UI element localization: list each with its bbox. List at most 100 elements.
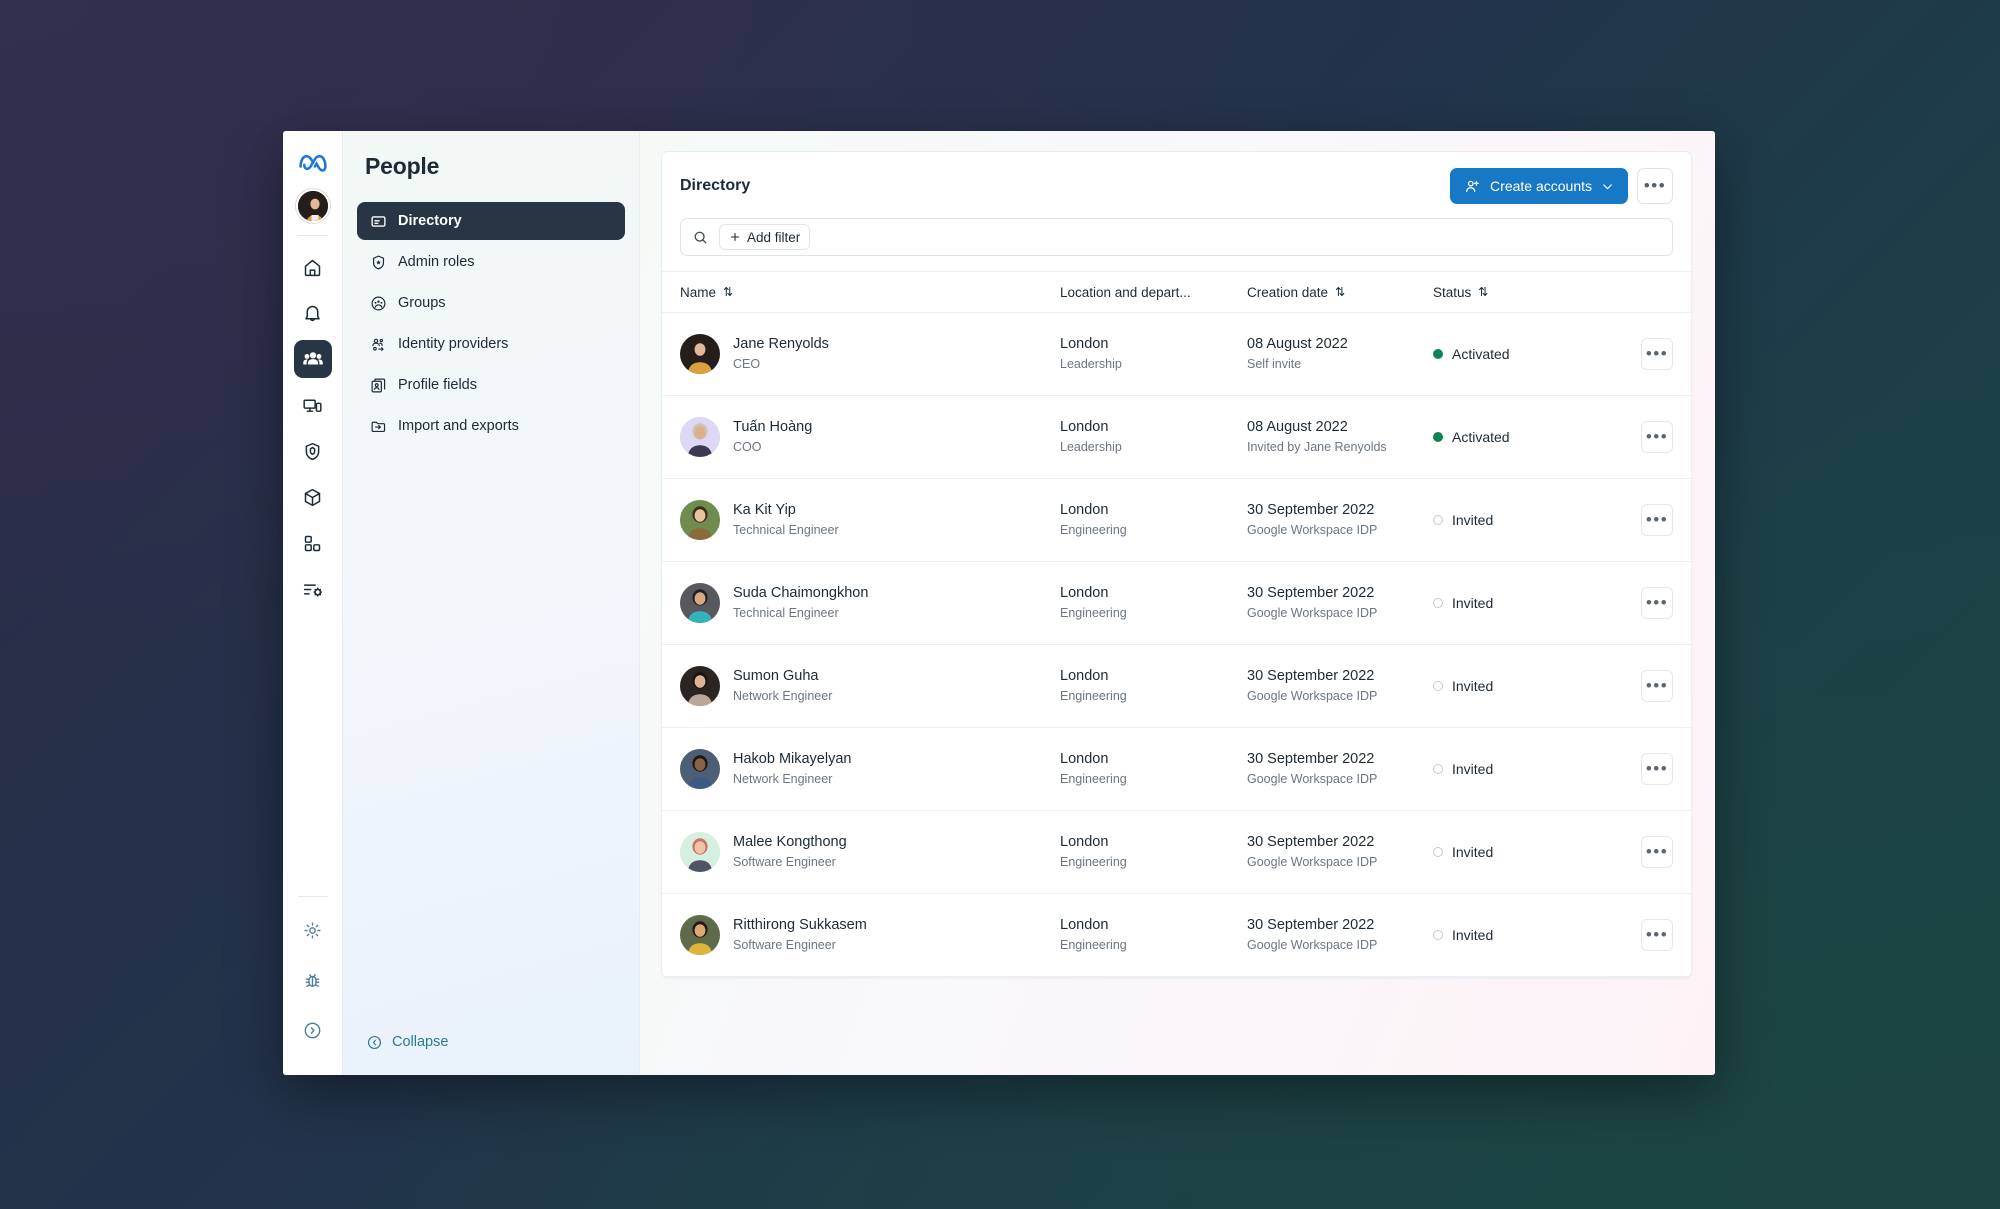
avatar[interactable] <box>296 189 330 223</box>
table-row[interactable]: Suda Chaimongkhon Technical Engineer Lon… <box>662 562 1691 645</box>
gear-icon[interactable] <box>294 911 332 949</box>
avatar <box>680 832 720 872</box>
page-title: People <box>357 131 625 202</box>
sidebar-item-label: Admin roles <box>398 254 475 270</box>
sort-arrows-icon: ⇅ <box>723 285 732 299</box>
row-more-button[interactable]: ••• <box>1641 670 1673 702</box>
sidebar-item-label: Import and exports <box>398 418 519 434</box>
creation-date: 08 August 2022 <box>1247 335 1433 355</box>
status-badge: Invited <box>1452 927 1493 943</box>
column-label: Location and depart... <box>1060 285 1191 300</box>
status-dot-icon <box>1433 598 1443 608</box>
cell-location: London Engineering <box>1060 667 1247 705</box>
cell-creation-date: 08 August 2022 Self invite <box>1247 335 1433 373</box>
search-filter-bar[interactable]: Add filter <box>680 218 1673 256</box>
sidebar-item-groups[interactable]: Groups <box>357 284 625 322</box>
devices-icon[interactable] <box>294 386 332 424</box>
cell-creation-date: 30 September 2022 Google Workspace IDP <box>1247 750 1433 788</box>
creation-date: 30 September 2022 <box>1247 667 1433 687</box>
person-department: Engineering <box>1060 522 1247 539</box>
row-more-button[interactable]: ••• <box>1641 504 1673 536</box>
apps-grid-icon[interactable] <box>294 524 332 562</box>
cube-icon[interactable] <box>294 478 332 516</box>
sidebar-item-label: Identity providers <box>398 336 508 352</box>
row-more-button[interactable]: ••• <box>1641 836 1673 868</box>
create-accounts-label: Create accounts <box>1490 178 1592 194</box>
people-icon[interactable] <box>294 340 332 378</box>
sidebar-item-admin-roles[interactable]: Admin roles <box>357 243 625 281</box>
main-content: Directory Create accounts <box>640 131 1715 1075</box>
creation-source: Google Workspace IDP <box>1247 771 1433 788</box>
column-header-name[interactable]: Name ⇅ <box>680 285 1060 300</box>
meta-infinity-logo[interactable] <box>296 145 330 179</box>
cell-row-menu: ••• <box>1627 753 1673 785</box>
column-header-location[interactable]: Location and depart... <box>1060 285 1247 300</box>
help-circle-icon[interactable] <box>294 1011 332 1049</box>
person-role: Software Engineer <box>733 937 867 954</box>
shield-icon[interactable] <box>294 432 332 470</box>
table-row[interactable]: Sumon Guha Network Engineer London Engin… <box>662 645 1691 728</box>
creation-date: 30 September 2022 <box>1247 501 1433 521</box>
cell-name: Sumon Guha Network Engineer <box>680 666 1060 706</box>
create-accounts-button[interactable]: Create accounts <box>1450 168 1628 204</box>
sidebar-item-identity-providers[interactable]: Identity providers <box>357 325 625 363</box>
table-row[interactable]: Tuấn Hoàng COO London Leadership 08 Augu… <box>662 396 1691 479</box>
collapse-button[interactable]: Collapse <box>365 1033 448 1051</box>
cell-name: Tuấn Hoàng COO <box>680 417 1060 457</box>
rail-divider <box>298 235 328 236</box>
home-icon[interactable] <box>294 248 332 286</box>
row-more-button[interactable]: ••• <box>1641 421 1673 453</box>
cell-row-menu: ••• <box>1627 504 1673 536</box>
cell-location: London Engineering <box>1060 750 1247 788</box>
person-role: Technical Engineer <box>733 522 839 539</box>
creation-source: Google Workspace IDP <box>1247 522 1433 539</box>
add-person-icon <box>1464 178 1481 195</box>
person-location: London <box>1060 667 1247 687</box>
creation-source: Google Workspace IDP <box>1247 854 1433 871</box>
table-row[interactable]: Hakob Mikayelyan Network Engineer London… <box>662 728 1691 811</box>
cell-status: Activated <box>1433 429 1627 445</box>
person-location: London <box>1060 916 1247 936</box>
cell-name: Hakob Mikayelyan Network Engineer <box>680 749 1060 789</box>
cell-status: Invited <box>1433 512 1627 528</box>
table-row[interactable]: Malee Kongthong Software Engineer London… <box>662 811 1691 894</box>
status-badge: Invited <box>1452 512 1493 528</box>
bell-icon[interactable] <box>294 294 332 332</box>
row-more-button[interactable]: ••• <box>1641 587 1673 619</box>
status-dot-icon <box>1433 349 1443 359</box>
table-row[interactable]: Ka Kit Yip Technical Engineer London Eng… <box>662 479 1691 562</box>
sidebar-item-directory[interactable]: Directory <box>357 202 625 240</box>
person-role: CEO <box>733 356 829 373</box>
plus-icon <box>729 231 741 243</box>
row-more-button[interactable]: ••• <box>1641 338 1673 370</box>
search-icon <box>692 229 709 246</box>
person-department: Engineering <box>1060 937 1247 954</box>
cell-name: Ritthirong Sukkasem Software Engineer <box>680 915 1060 955</box>
add-filter-label: Add filter <box>747 230 800 245</box>
rail-bottom-divider <box>298 896 328 897</box>
profile-card-icon <box>369 376 387 394</box>
cell-creation-date: 30 September 2022 Google Workspace IDP <box>1247 667 1433 705</box>
table-row[interactable]: Jane Renyolds CEO London Leadership 08 A… <box>662 313 1691 396</box>
sidebar-item-profile-fields[interactable]: Profile fields <box>357 366 625 404</box>
cell-location: London Leadership <box>1060 335 1247 373</box>
row-more-button[interactable]: ••• <box>1641 753 1673 785</box>
column-header-creation-date[interactable]: Creation date ⇅ <box>1247 285 1433 300</box>
table-row[interactable]: Ritthirong Sukkasem Software Engineer Lo… <box>662 894 1691 977</box>
sliders-icon[interactable] <box>294 570 332 608</box>
add-filter-button[interactable]: Add filter <box>719 224 810 250</box>
rail-bottom-group <box>283 896 342 1061</box>
bug-icon[interactable] <box>294 961 332 999</box>
chevron-left-circle-icon <box>365 1033 383 1051</box>
creation-date: 30 September 2022 <box>1247 916 1433 936</box>
column-header-status[interactable]: Status ⇅ <box>1433 285 1673 300</box>
avatar <box>680 666 720 706</box>
header-more-button[interactable]: ••• <box>1637 168 1673 204</box>
status-dot-icon <box>1433 847 1443 857</box>
status-dot-icon <box>1433 432 1443 442</box>
cell-status: Invited <box>1433 595 1627 611</box>
cell-row-menu: ••• <box>1627 670 1673 702</box>
sidebar-item-import-and-exports[interactable]: Import and exports <box>357 407 625 445</box>
row-more-button[interactable]: ••• <box>1641 919 1673 951</box>
creation-date: 30 September 2022 <box>1247 584 1433 604</box>
